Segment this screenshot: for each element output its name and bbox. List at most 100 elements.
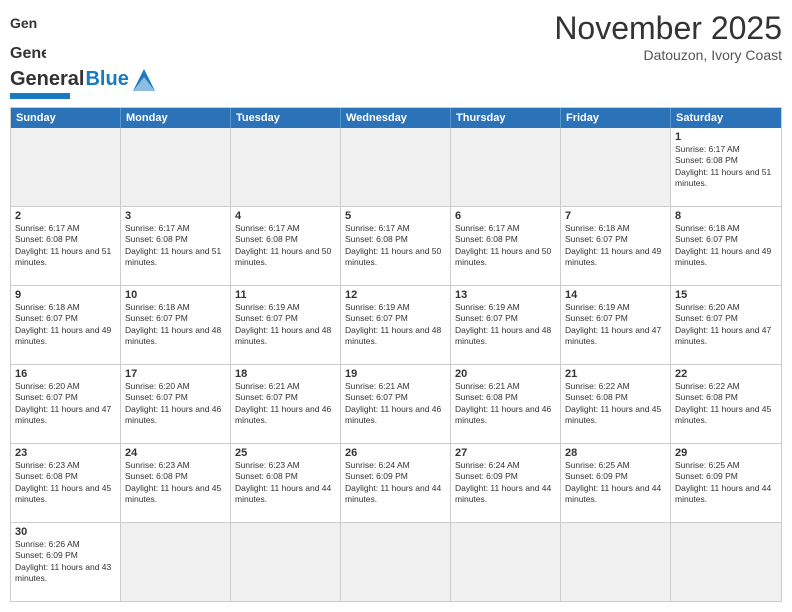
day-info: Sunrise: 6:18 AM Sunset: 6:07 PM Dayligh… (15, 302, 116, 348)
day-cell-4-2: 25Sunrise: 6:23 AM Sunset: 6:08 PM Dayli… (231, 444, 341, 522)
day-cell-4-3: 26Sunrise: 6:24 AM Sunset: 6:09 PM Dayli… (341, 444, 451, 522)
day-cell-5-5 (561, 523, 671, 601)
day-info: Sunrise: 6:21 AM Sunset: 6:07 PM Dayligh… (235, 381, 336, 427)
day-cell-0-4 (451, 128, 561, 206)
day-number: 21 (565, 368, 666, 380)
day-cell-5-3 (341, 523, 451, 601)
day-info: Sunrise: 6:18 AM Sunset: 6:07 PM Dayligh… (125, 302, 226, 348)
day-cell-5-4 (451, 523, 561, 601)
day-info: Sunrise: 6:23 AM Sunset: 6:08 PM Dayligh… (15, 460, 116, 506)
day-cell-1-2: 4Sunrise: 6:17 AM Sunset: 6:08 PM Daylig… (231, 207, 341, 285)
day-number: 9 (15, 289, 116, 301)
day-cell-4-6: 29Sunrise: 6:25 AM Sunset: 6:09 PM Dayli… (671, 444, 781, 522)
day-number: 15 (675, 289, 777, 301)
day-cell-3-2: 18Sunrise: 6:21 AM Sunset: 6:07 PM Dayli… (231, 365, 341, 443)
day-number: 29 (675, 447, 777, 459)
day-number: 23 (15, 447, 116, 459)
day-cell-1-1: 3Sunrise: 6:17 AM Sunset: 6:08 PM Daylig… (121, 207, 231, 285)
day-info: Sunrise: 6:26 AM Sunset: 6:09 PM Dayligh… (15, 539, 116, 585)
day-cell-5-6 (671, 523, 781, 601)
day-number: 25 (235, 447, 336, 459)
day-cell-3-1: 17Sunrise: 6:20 AM Sunset: 6:07 PM Dayli… (121, 365, 231, 443)
day-cell-3-5: 21Sunrise: 6:22 AM Sunset: 6:08 PM Dayli… (561, 365, 671, 443)
day-info: Sunrise: 6:19 AM Sunset: 6:07 PM Dayligh… (235, 302, 336, 348)
header-wednesday: Wednesday (341, 108, 451, 128)
day-cell-0-0 (11, 128, 121, 206)
day-info: Sunrise: 6:24 AM Sunset: 6:09 PM Dayligh… (455, 460, 556, 506)
day-number: 7 (565, 210, 666, 222)
day-number: 11 (235, 289, 336, 301)
day-cell-2-6: 15Sunrise: 6:20 AM Sunset: 6:07 PM Dayli… (671, 286, 781, 364)
title-block: November 2025 Datouzon, Ivory Coast (554, 10, 782, 63)
day-cell-3-3: 19Sunrise: 6:21 AM Sunset: 6:07 PM Dayli… (341, 365, 451, 443)
day-cell-4-1: 24Sunrise: 6:23 AM Sunset: 6:08 PM Dayli… (121, 444, 231, 522)
week-row-5: 23Sunrise: 6:23 AM Sunset: 6:08 PM Dayli… (11, 444, 781, 523)
day-number: 13 (455, 289, 556, 301)
day-cell-2-3: 12Sunrise: 6:19 AM Sunset: 6:07 PM Dayli… (341, 286, 451, 364)
week-row-4: 16Sunrise: 6:20 AM Sunset: 6:07 PM Dayli… (11, 365, 781, 444)
page: General General General Blue November 20… (0, 0, 792, 612)
day-info: Sunrise: 6:17 AM Sunset: 6:08 PM Dayligh… (125, 223, 226, 269)
day-info: Sunrise: 6:19 AM Sunset: 6:07 PM Dayligh… (345, 302, 446, 348)
header: General General General Blue November 20… (10, 10, 782, 99)
subtitle: Datouzon, Ivory Coast (554, 47, 782, 63)
day-info: Sunrise: 6:17 AM Sunset: 6:08 PM Dayligh… (15, 223, 116, 269)
day-info: Sunrise: 6:21 AM Sunset: 6:08 PM Dayligh… (455, 381, 556, 427)
day-number: 2 (15, 210, 116, 222)
day-cell-2-4: 13Sunrise: 6:19 AM Sunset: 6:07 PM Dayli… (451, 286, 561, 364)
day-info: Sunrise: 6:24 AM Sunset: 6:09 PM Dayligh… (345, 460, 446, 506)
svg-text:General: General (10, 15, 38, 31)
day-number: 22 (675, 368, 777, 380)
day-number: 20 (455, 368, 556, 380)
day-number: 12 (345, 289, 446, 301)
header-saturday: Saturday (671, 108, 781, 128)
day-info: Sunrise: 6:17 AM Sunset: 6:08 PM Dayligh… (455, 223, 556, 269)
week-row-2: 2Sunrise: 6:17 AM Sunset: 6:08 PM Daylig… (11, 207, 781, 286)
day-number: 26 (345, 447, 446, 459)
day-cell-5-1 (121, 523, 231, 601)
calendar: Sunday Monday Tuesday Wednesday Thursday… (10, 107, 782, 602)
day-cell-1-0: 2Sunrise: 6:17 AM Sunset: 6:08 PM Daylig… (11, 207, 121, 285)
day-cell-2-5: 14Sunrise: 6:19 AM Sunset: 6:07 PM Dayli… (561, 286, 671, 364)
day-info: Sunrise: 6:20 AM Sunset: 6:07 PM Dayligh… (675, 302, 777, 348)
day-cell-0-2 (231, 128, 341, 206)
day-cell-5-2 (231, 523, 341, 601)
day-info: Sunrise: 6:19 AM Sunset: 6:07 PM Dayligh… (565, 302, 666, 348)
day-cell-3-0: 16Sunrise: 6:20 AM Sunset: 6:07 PM Dayli… (11, 365, 121, 443)
day-number: 18 (235, 368, 336, 380)
day-cell-2-2: 11Sunrise: 6:19 AM Sunset: 6:07 PM Dayli… (231, 286, 341, 364)
logo-icon: General (10, 10, 38, 38)
day-cell-3-6: 22Sunrise: 6:22 AM Sunset: 6:08 PM Dayli… (671, 365, 781, 443)
calendar-body: 1Sunrise: 6:17 AM Sunset: 6:08 PM Daylig… (11, 128, 781, 601)
logo-bar (10, 93, 70, 99)
day-number: 10 (125, 289, 226, 301)
header-monday: Monday (121, 108, 231, 128)
month-title: November 2025 (554, 10, 782, 47)
week-row-6: 30Sunrise: 6:26 AM Sunset: 6:09 PM Dayli… (11, 523, 781, 601)
day-info: Sunrise: 6:17 AM Sunset: 6:08 PM Dayligh… (345, 223, 446, 269)
day-info: Sunrise: 6:20 AM Sunset: 6:07 PM Dayligh… (15, 381, 116, 427)
day-number: 30 (15, 526, 116, 538)
day-cell-0-1 (121, 128, 231, 206)
day-cell-5-0: 30Sunrise: 6:26 AM Sunset: 6:09 PM Dayli… (11, 523, 121, 601)
day-cell-1-4: 6Sunrise: 6:17 AM Sunset: 6:08 PM Daylig… (451, 207, 561, 285)
day-cell-2-1: 10Sunrise: 6:18 AM Sunset: 6:07 PM Dayli… (121, 286, 231, 364)
day-number: 3 (125, 210, 226, 222)
day-cell-0-6: 1Sunrise: 6:17 AM Sunset: 6:08 PM Daylig… (671, 128, 781, 206)
day-number: 6 (455, 210, 556, 222)
day-info: Sunrise: 6:17 AM Sunset: 6:08 PM Dayligh… (235, 223, 336, 269)
day-info: Sunrise: 6:22 AM Sunset: 6:08 PM Dayligh… (565, 381, 666, 427)
day-number: 19 (345, 368, 446, 380)
day-number: 4 (235, 210, 336, 222)
day-info: Sunrise: 6:17 AM Sunset: 6:08 PM Dayligh… (675, 144, 777, 190)
svg-text:General: General (10, 45, 46, 62)
general-blue-logo: General (10, 38, 46, 68)
week-row-3: 9Sunrise: 6:18 AM Sunset: 6:07 PM Daylig… (11, 286, 781, 365)
week-row-1: 1Sunrise: 6:17 AM Sunset: 6:08 PM Daylig… (11, 128, 781, 207)
day-cell-2-0: 9Sunrise: 6:18 AM Sunset: 6:07 PM Daylig… (11, 286, 121, 364)
day-info: Sunrise: 6:18 AM Sunset: 6:07 PM Dayligh… (565, 223, 666, 269)
day-cell-3-4: 20Sunrise: 6:21 AM Sunset: 6:08 PM Dayli… (451, 365, 561, 443)
day-headers: Sunday Monday Tuesday Wednesday Thursday… (11, 108, 781, 128)
day-cell-1-5: 7Sunrise: 6:18 AM Sunset: 6:07 PM Daylig… (561, 207, 671, 285)
day-number: 28 (565, 447, 666, 459)
